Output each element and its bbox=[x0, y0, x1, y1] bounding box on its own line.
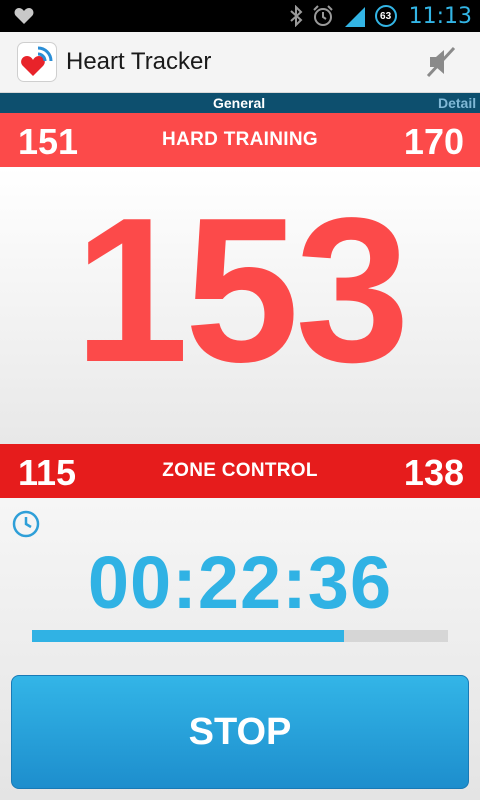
app-title: Heart Tracker bbox=[66, 48, 212, 75]
progress-bar bbox=[32, 630, 448, 642]
tab-detail[interactable]: Detail bbox=[438, 95, 476, 111]
status-icons: 63 11:13 bbox=[289, 0, 472, 32]
mute-button[interactable] bbox=[424, 46, 460, 78]
stop-button[interactable]: STOP bbox=[11, 675, 469, 789]
tab-bar: General Detail bbox=[0, 93, 480, 113]
heart-rate-panel: 153 bbox=[0, 167, 480, 444]
alarm-icon bbox=[312, 5, 333, 26]
upper-zone-bar: 151 HARD TRAINING 170 bbox=[0, 113, 480, 167]
screen: 63 11:13 Heart Tracker General Detail 15… bbox=[0, 0, 480, 800]
upper-zone-max: 170 bbox=[403, 121, 464, 162]
action-bar: Heart Tracker bbox=[0, 32, 480, 93]
status-time: 11:13 bbox=[408, 3, 472, 29]
clock-icon bbox=[12, 510, 40, 538]
heart-tracker-app-icon[interactable] bbox=[18, 43, 56, 81]
mute-speaker-icon bbox=[426, 46, 456, 78]
status-bar: 63 11:13 bbox=[0, 0, 480, 32]
signal-icon bbox=[344, 7, 365, 27]
battery-icon: 63 bbox=[374, 5, 397, 27]
elapsed-timer: 00:22:36 bbox=[87, 541, 393, 624]
heart-rate-value: 153 bbox=[74, 175, 410, 405]
timer-panel: 00:22:36 STOP bbox=[0, 498, 480, 800]
battery-level: 63 bbox=[380, 10, 392, 22]
heart-notification-icon bbox=[14, 8, 34, 24]
progress-bar-fill bbox=[32, 630, 344, 642]
lower-zone-max: 138 bbox=[403, 452, 464, 493]
lower-zone-bar: 115 ZONE CONTROL 138 bbox=[0, 444, 480, 498]
tab-general[interactable]: General bbox=[213, 95, 265, 111]
bluetooth-icon bbox=[289, 5, 303, 27]
